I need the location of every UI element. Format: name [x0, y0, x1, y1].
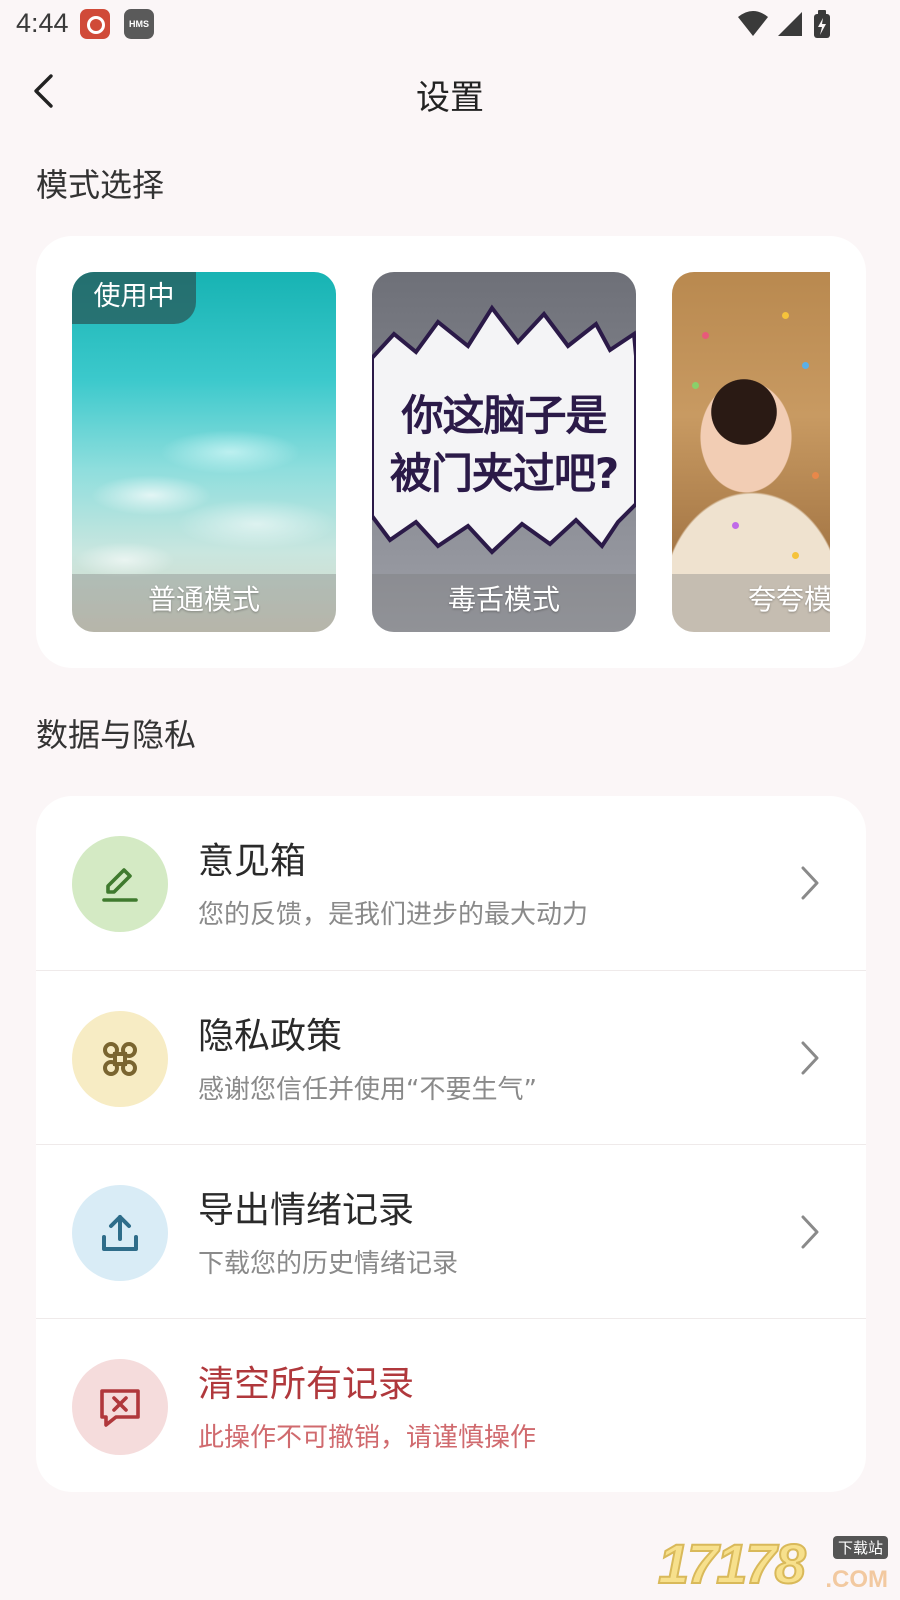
- bubble-line-1: 你这脑子是: [401, 391, 607, 440]
- delete-message-icon: [72, 1359, 168, 1455]
- notification-app-icon: [80, 9, 110, 39]
- list-item-feedback[interactable]: 意见箱 您的反馈，是我们进步的最大动力: [36, 796, 866, 970]
- mode-carousel[interactable]: 使用中 普通模式 你这脑子是 被门夹过吧? 毒舌模式 夸夸模式: [72, 272, 830, 632]
- status-icons: [738, 10, 830, 38]
- list-item-clear-records[interactable]: 清空所有记录 此操作不可撤销，请谨慎操作: [36, 1318, 866, 1492]
- hms-icon: HMS: [124, 9, 154, 39]
- confetti: [802, 362, 809, 369]
- command-icon: [72, 1011, 168, 1107]
- signal-icon: [778, 12, 802, 36]
- chevron-right-icon: [801, 866, 819, 900]
- list-item-export[interactable]: 导出情绪记录 下载您的历史情绪记录: [36, 1144, 866, 1318]
- privacy-list: 意见箱 您的反馈，是我们进步的最大动力 隐私政策 感谢您信任并使用“不要生气”: [36, 796, 866, 1492]
- section-title-privacy: 数据与隐私: [36, 716, 197, 754]
- mode-tile-normal[interactable]: 使用中 普通模式: [72, 272, 336, 632]
- confetti: [692, 382, 699, 389]
- section-title-mode: 模式选择: [36, 166, 165, 204]
- mode-label-normal: 普通模式: [72, 574, 336, 632]
- mode-card: 使用中 普通模式 你这脑子是 被门夹过吧? 毒舌模式 夸夸模式: [36, 236, 866, 668]
- mode-label-praise: 夸夸模式: [672, 574, 830, 632]
- chevron-right-icon: [801, 1215, 819, 1249]
- item-title: 隐私政策: [198, 1016, 343, 1057]
- watermark-logo: 17178 下载站 .COM: [657, 1531, 894, 1596]
- bubble-line-2: 被门夹过吧?: [389, 449, 619, 498]
- mode-label-toxic: 毒舌模式: [372, 574, 636, 632]
- app-header: 设置: [0, 58, 900, 124]
- item-subtitle: 此操作不可撤销，请谨慎操作: [198, 1423, 537, 1453]
- item-title: 意见箱: [198, 841, 307, 882]
- confetti: [702, 332, 709, 339]
- item-subtitle: 您的反馈，是我们进步的最大动力: [198, 900, 589, 930]
- watermark-domain: .COM: [825, 1566, 888, 1593]
- in-use-badge: 使用中: [72, 272, 196, 324]
- watermark-tag: 下载站: [832, 1536, 888, 1559]
- confetti: [782, 312, 789, 319]
- mode-tile-toxic[interactable]: 你这脑子是 被门夹过吧? 毒舌模式: [372, 272, 636, 632]
- confetti: [792, 552, 799, 559]
- mode-tile-praise[interactable]: 夸夸模式: [672, 272, 830, 632]
- item-subtitle: 下载您的历史情绪记录: [198, 1249, 459, 1279]
- wifi-icon: [738, 11, 768, 36]
- page-title: 设置: [416, 78, 484, 118]
- chevron-right-icon: [801, 1041, 819, 1075]
- item-title: 清空所有记录: [198, 1364, 415, 1405]
- battery-charging-icon: [814, 10, 830, 38]
- watermark-number: 17178: [657, 1531, 807, 1596]
- confetti: [732, 522, 739, 529]
- upload-icon: [72, 1185, 168, 1281]
- edit-icon: [72, 836, 168, 932]
- item-title: 导出情绪记录: [198, 1190, 415, 1231]
- confetti: [812, 472, 819, 479]
- status-bar: 4:44 HMS: [0, 0, 900, 48]
- item-subtitle: 感谢您信任并使用“不要生气”: [198, 1075, 537, 1105]
- list-item-privacy-policy[interactable]: 隐私政策 感谢您信任并使用“不要生气”: [36, 970, 866, 1144]
- status-time: 4:44: [16, 8, 69, 38]
